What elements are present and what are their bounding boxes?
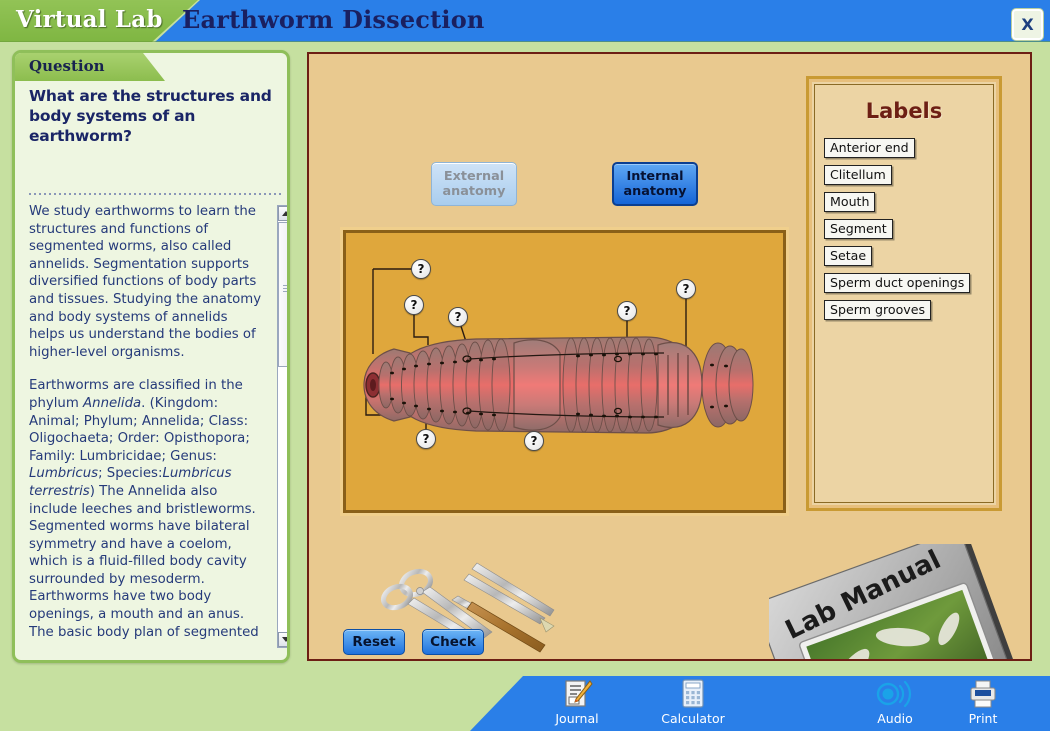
check-button[interactable]: Check <box>422 629 484 655</box>
printer-icon <box>938 679 1028 709</box>
diagram-marker-2[interactable]: ? <box>404 295 424 315</box>
diagram-marker-1[interactable]: ? <box>411 259 431 279</box>
question-divider <box>29 193 281 195</box>
toolbar-item-print-label: Print <box>968 711 998 726</box>
label-chip-mouth[interactable]: Mouth <box>824 191 876 212</box>
scroll-down-arrow-icon[interactable] <box>278 632 287 647</box>
question-panel-tab-label: Question <box>29 57 105 75</box>
question-body-viewport: We study earthworms to learn the structu… <box>29 203 283 648</box>
tab-internal-anatomy-line2: anatomy <box>623 184 687 199</box>
close-icon: X <box>1021 15 1034 34</box>
bottom-toolbar: Journal Calculator Audio Print <box>0 676 1050 731</box>
header-divider <box>0 41 1050 42</box>
label-chip-segment[interactable]: Segment <box>824 218 893 239</box>
scroll-up-arrow-icon[interactable] <box>278 206 287 221</box>
audio-icon <box>850 679 940 709</box>
toolbar-item-print[interactable]: Print <box>938 679 1028 726</box>
journal-icon <box>532 679 622 709</box>
question-scrollbar[interactable] <box>277 205 287 648</box>
toolbar-item-journal[interactable]: Journal <box>532 679 622 726</box>
earthworm-diagram: ? ? ? ? ? ? ? <box>340 227 789 516</box>
earthworm-illustration <box>363 268 754 434</box>
question-heading: What are the structures and body systems… <box>29 87 272 145</box>
page-title: Earthworm Dissection <box>182 5 485 34</box>
diagram-marker-7[interactable]: ? <box>524 431 544 451</box>
toolbar-item-journal-label: Journal <box>555 711 599 726</box>
brand-title: Virtual Lab <box>16 6 163 33</box>
reset-button[interactable]: Reset <box>343 629 405 655</box>
label-chip-sperm-duct-openings[interactable]: Sperm duct openings <box>824 272 971 293</box>
tab-internal-anatomy-line1: Internal <box>626 169 684 184</box>
diagram-marker-5[interactable]: ? <box>676 279 696 299</box>
diagram-marker-4[interactable]: ? <box>617 301 637 321</box>
lab-manual-book[interactable]: Lab Manual <box>769 544 1032 661</box>
app-header: Virtual Lab Earthworm Dissection <box>0 0 1050 42</box>
label-chip-anterior-end[interactable]: Anterior end <box>824 137 915 158</box>
tab-internal-anatomy[interactable]: Internal anatomy <box>612 162 698 206</box>
question-body-text: We study earthworms to learn the structu… <box>29 204 262 640</box>
diagram-marker-3[interactable]: ? <box>448 307 468 327</box>
labels-panel: Labels Anterior end Clitellum Mouth Segm… <box>806 76 1002 511</box>
toolbar-item-audio[interactable]: Audio <box>850 679 940 726</box>
toolbar-item-audio-label: Audio <box>877 711 913 726</box>
labels-list: Anterior end Clitellum Mouth Segment Set… <box>824 137 971 326</box>
label-chip-setae[interactable]: Setae <box>824 245 873 266</box>
toolbar-item-calculator[interactable]: Calculator <box>648 679 738 726</box>
toolbar-item-calculator-label: Calculator <box>661 711 725 726</box>
question-panel: Question What are the structures and bod… <box>12 50 290 663</box>
label-chip-clitellum[interactable]: Clitellum <box>824 164 892 185</box>
diagram-marker-6[interactable]: ? <box>416 429 436 449</box>
labels-panel-title: Labels <box>865 99 943 123</box>
scrollbar-grip-icon <box>283 285 287 292</box>
calculator-icon <box>648 679 738 709</box>
scrollbar-thumb[interactable] <box>278 222 287 367</box>
tab-external-anatomy[interactable]: External anatomy <box>431 162 517 206</box>
tab-external-anatomy-line2: anatomy <box>442 184 506 199</box>
lab-stage: External anatomy Internal anatomy ? ? ? … <box>307 52 1032 661</box>
label-chip-sperm-grooves[interactable]: Sperm grooves <box>824 299 932 320</box>
close-button[interactable]: X <box>1012 9 1043 40</box>
tab-external-anatomy-line1: External <box>443 169 505 184</box>
